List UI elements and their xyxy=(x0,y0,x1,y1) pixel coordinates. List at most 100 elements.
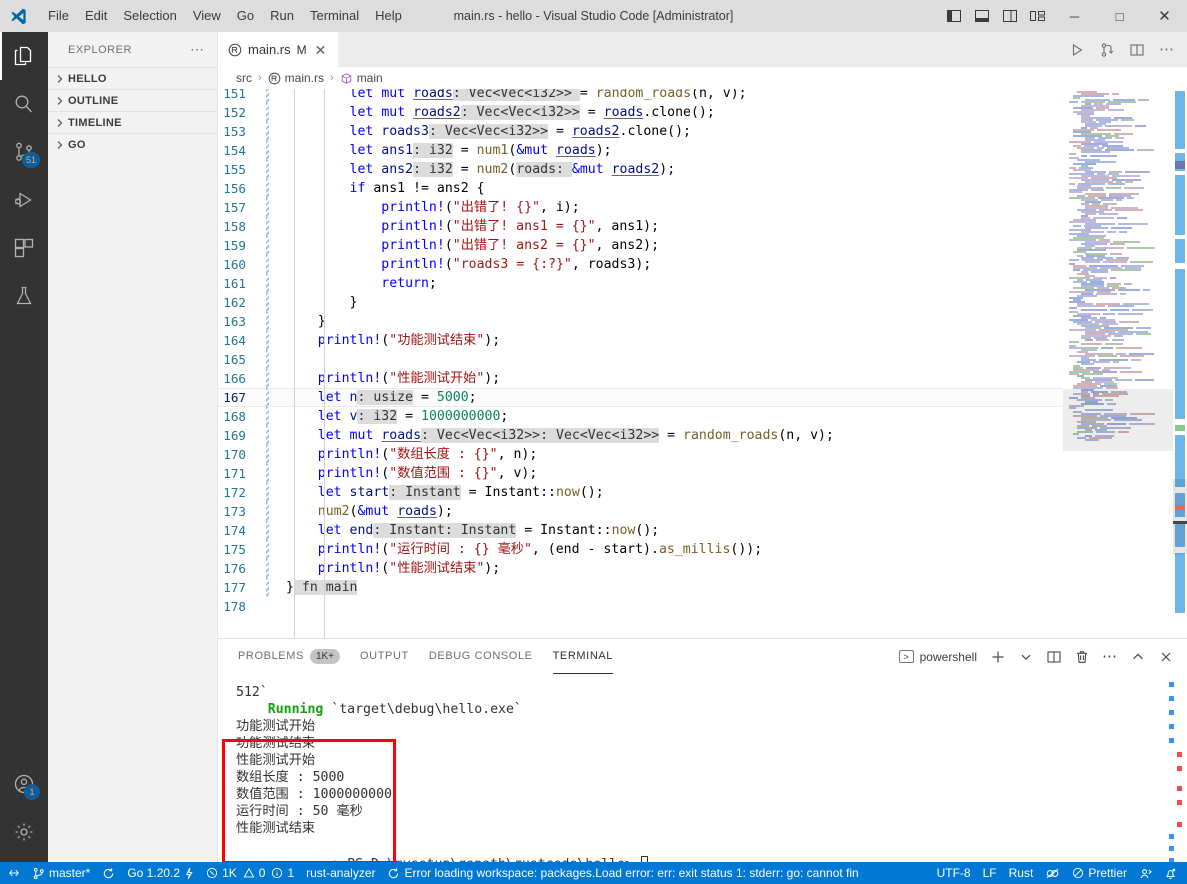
code-line[interactable]: 151 let mut roads: Vec<Vec<i32>> = rando… xyxy=(218,89,1063,103)
code-line[interactable]: 157 println!("出错了! {}", i); xyxy=(218,198,1063,217)
sidebar-item-source-control[interactable]: 51 xyxy=(0,128,48,176)
status-notifications[interactable] xyxy=(1158,862,1187,884)
overview-slider[interactable] xyxy=(1173,479,1187,554)
menu-selection[interactable]: Selection xyxy=(115,0,184,32)
sidebar-item-testing[interactable] xyxy=(0,272,48,320)
active-terminal-indicator[interactable]: > powershell xyxy=(898,650,983,664)
status-encoding[interactable]: UTF-8 xyxy=(931,862,977,884)
customize-layout-icon[interactable] xyxy=(1024,0,1052,32)
minimize-button[interactable]: ─ xyxy=(1052,0,1097,32)
menu-edit[interactable]: Edit xyxy=(77,0,115,32)
status-remote-indicator[interactable] xyxy=(0,862,26,884)
close-panel-button[interactable] xyxy=(1153,643,1179,671)
code-line[interactable]: 172 let start: Instant = Instant::now(); xyxy=(218,483,1063,502)
sidebar-section-hello[interactable]: HELLO xyxy=(48,67,217,89)
tab-main-rs[interactable]: main.rs M ✕ xyxy=(218,32,340,67)
code-line[interactable]: 174 let end: Instant: Instant = Instant:… xyxy=(218,521,1063,540)
split-editor-right-button[interactable] xyxy=(1123,36,1151,64)
maximize-button[interactable]: □ xyxy=(1097,0,1142,32)
code-line[interactable]: 154 let ans1: i32 = num1(&mut roads); xyxy=(218,141,1063,160)
run-code-button[interactable] xyxy=(1063,36,1091,64)
tab-debug-console[interactable]: DEBUG CONSOLE xyxy=(429,639,533,674)
status-tabnine[interactable] xyxy=(1039,862,1066,884)
code-line[interactable]: 155 let ans2: i32 = num2(roads: &mut roa… xyxy=(218,160,1063,179)
code-line[interactable]: 163 } xyxy=(218,312,1063,331)
code-line[interactable]: 152 let mut roads2: Vec<Vec<i32>> = road… xyxy=(218,103,1063,122)
minimap-line xyxy=(1069,101,1078,103)
sidebar-more-actions-icon[interactable]: ⋯ xyxy=(190,41,209,58)
status-go-version[interactable]: Go 1.20.2 xyxy=(121,862,200,884)
terminal-output[interactable]: 512` Running `target\debug\hello.exe` 功能测… xyxy=(218,674,1187,862)
tab-close-icon[interactable]: ✕ xyxy=(313,43,329,57)
status-workspace-error[interactable]: Error loading workspace: packages.Load e… xyxy=(381,862,864,884)
breadcrumb-item-src[interactable]: src xyxy=(236,71,252,85)
code-line[interactable]: 177} fn main xyxy=(218,578,1063,597)
manage-settings-button[interactable] xyxy=(0,808,48,856)
status-language-mode[interactable]: Rust xyxy=(1003,862,1040,884)
code-line[interactable]: 165 xyxy=(218,350,1063,369)
code-viewport[interactable]: 151 let mut roads: Vec<Vec<i32>> = rando… xyxy=(218,89,1063,638)
status-live-share[interactable] xyxy=(1133,862,1158,884)
sidebar-item-extensions[interactable] xyxy=(0,224,48,272)
status-eol[interactable]: LF xyxy=(977,862,1003,884)
menu-bar[interactable]: File Edit Selection View Go Run Terminal… xyxy=(40,0,410,32)
code-line[interactable]: 164 println!("功能测试结束"); xyxy=(218,331,1063,350)
menu-file[interactable]: File xyxy=(40,0,77,32)
code-line[interactable]: 176 println!("性能测试结束"); xyxy=(218,559,1063,578)
code-line[interactable]: 161 return; xyxy=(218,274,1063,293)
code-line[interactable]: 159 println!("出错了! ans2 = {}", ans2); xyxy=(218,236,1063,255)
editor-minimap[interactable] xyxy=(1063,89,1173,638)
menu-go[interactable]: Go xyxy=(229,0,262,32)
code-line[interactable]: 160 println!("roads3 = {:?}", roads3); xyxy=(218,255,1063,274)
breadcrumb-item-main-symbol[interactable]: main xyxy=(340,71,383,85)
code-line[interactable]: 168 let v: i32 = 1000000000; xyxy=(218,407,1063,426)
code-line[interactable]: 167 let n: usize = 5000; xyxy=(218,388,1063,407)
code-line[interactable]: 178 xyxy=(218,597,1063,616)
menu-view[interactable]: View xyxy=(185,0,229,32)
terminal-profile-dropdown[interactable] xyxy=(1013,643,1039,671)
split-terminal-button[interactable] xyxy=(1041,643,1067,671)
code-line[interactable]: 153 let roads3: Vec<Vec<i32>> = roads2.c… xyxy=(218,122,1063,141)
sidebar-item-run-and-debug[interactable] xyxy=(0,176,48,224)
menu-help[interactable]: Help xyxy=(367,0,410,32)
code-line[interactable]: 169 let mut roads: Vec<Vec<i32>>: Vec<Ve… xyxy=(218,426,1063,445)
breadcrumb-item-main-rs[interactable]: main.rs xyxy=(268,71,324,85)
minimap-slider[interactable] xyxy=(1063,389,1173,451)
menu-run[interactable]: Run xyxy=(262,0,302,32)
new-terminal-button[interactable] xyxy=(985,643,1011,671)
kill-terminal-button[interactable] xyxy=(1069,643,1095,671)
panel-more-actions-button[interactable]: ⋯ xyxy=(1097,643,1123,671)
maximize-panel-button[interactable] xyxy=(1125,643,1151,671)
menu-terminal[interactable]: Terminal xyxy=(302,0,367,32)
editor-more-actions-button[interactable]: ⋯ xyxy=(1153,36,1181,64)
code-line[interactable]: 173 num2(&mut roads); xyxy=(218,502,1063,521)
status-problems[interactable]: 1K 0 1 xyxy=(200,862,300,884)
code-line[interactable]: 170 println!("数组长度 : {}", n); xyxy=(218,445,1063,464)
code-editor[interactable]: 151 let mut roads: Vec<Vec<i32>> = rando… xyxy=(218,89,1187,638)
code-line[interactable]: 156 if ans1 != ans2 { xyxy=(218,179,1063,198)
code-line[interactable]: 158 println!("出错了! ans1 = {}", ans1); xyxy=(218,217,1063,236)
toggle-primary-sidebar-icon[interactable] xyxy=(940,0,968,32)
run-and-debug-button[interactable] xyxy=(1093,36,1121,64)
status-prettier[interactable]: Prettier xyxy=(1066,862,1133,884)
sidebar-section-timeline[interactable]: TIMELINE xyxy=(48,111,217,133)
sidebar-section-outline[interactable]: OUTLINE xyxy=(48,89,217,111)
editor-overview-ruler[interactable] xyxy=(1173,89,1187,638)
accounts-button[interactable]: 1 xyxy=(0,760,48,808)
status-rust-analyzer[interactable]: rust-analyzer xyxy=(300,862,381,884)
code-line[interactable]: 175 println!("运行时间 : {} 毫秒", (end - star… xyxy=(218,540,1063,559)
tab-output[interactable]: OUTPUT xyxy=(360,639,409,674)
code-line[interactable]: 166 println!("性能测试开始"); xyxy=(218,369,1063,388)
tab-terminal[interactable]: TERMINAL xyxy=(553,639,613,674)
close-button[interactable]: ✕ xyxy=(1142,0,1187,32)
code-line[interactable]: 162 } xyxy=(218,293,1063,312)
status-branch[interactable]: master* xyxy=(26,862,96,884)
sidebar-section-go[interactable]: GO xyxy=(48,133,217,155)
status-sync[interactable] xyxy=(96,862,121,884)
sidebar-item-explorer[interactable] xyxy=(0,32,48,80)
tab-problems[interactable]: PROBLEMS 1K+ xyxy=(238,639,341,674)
toggle-secondary-sidebar-icon[interactable] xyxy=(996,0,1024,32)
code-line[interactable]: 171 println!("数值范围 : {}", v); xyxy=(218,464,1063,483)
sidebar-item-search[interactable] xyxy=(0,80,48,128)
toggle-panel-icon[interactable] xyxy=(968,0,996,32)
